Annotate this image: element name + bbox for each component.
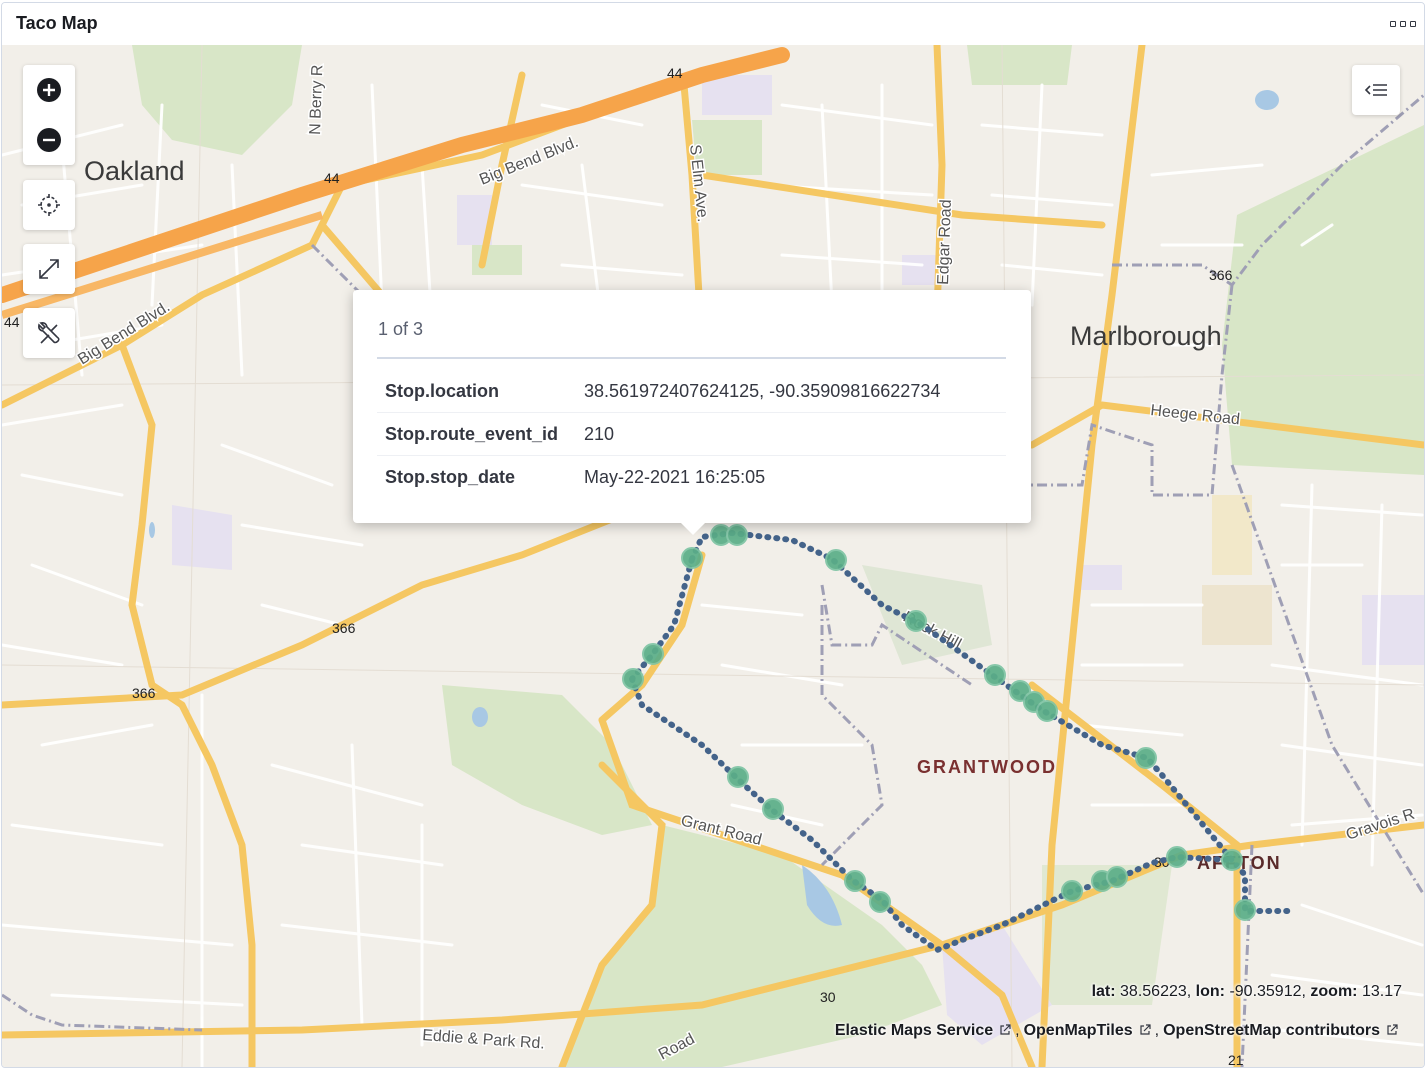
property-key: Stop.location xyxy=(385,380,499,401)
basemap: Oakland Marlborough GRANTWOOD AFFTON Big… xyxy=(2,45,1424,1067)
zoom-in-button[interactable] xyxy=(23,65,75,115)
stop-point xyxy=(622,668,644,690)
property-value: 38.561972407624125, -90.35909816622734 xyxy=(584,380,941,401)
road-label-edgar-road: Edgar Road xyxy=(935,199,955,285)
place-label-marlborough: Marlborough xyxy=(1070,321,1222,351)
attribution-link-ems[interactable]: Elastic Maps Service xyxy=(835,1022,993,1039)
tools-button[interactable] xyxy=(23,308,75,358)
layer-panel-icon xyxy=(1364,84,1387,96)
crosshair-icon xyxy=(38,194,60,216)
lon-value: -90.35912 xyxy=(1229,983,1302,1000)
zoom-out-button[interactable] xyxy=(23,115,75,165)
zoom-out-icon xyxy=(37,128,61,152)
route-shield-366: 366 xyxy=(132,685,156,701)
fit-to-data-button[interactable] xyxy=(23,180,75,230)
stop-point xyxy=(1234,899,1256,921)
stop-point xyxy=(1221,849,1243,871)
attribution-link-osm[interactable]: OpenStreetMap contributors xyxy=(1163,1022,1380,1039)
dot-icon xyxy=(1400,21,1406,27)
tools-icon xyxy=(38,322,60,344)
tooltip-properties-table: Stop.location 38.561972407624125, -90.35… xyxy=(377,370,1006,498)
property-value: May-22-2021 16:25:05 xyxy=(584,466,766,487)
layer-panel-toggle-button[interactable] xyxy=(1352,65,1400,115)
zoom-in-icon xyxy=(37,78,61,102)
lat-value: 38.56223 xyxy=(1120,983,1187,1000)
route-shield-44: 44 xyxy=(667,65,683,81)
fullscreen-button[interactable] xyxy=(23,244,75,294)
dot-icon xyxy=(1410,21,1416,27)
external-link-icon xyxy=(1140,1024,1151,1035)
zoom-value: 13.17 xyxy=(1361,983,1402,1000)
tooltip-pager: 1 of 3 xyxy=(378,319,424,339)
tooltip-row: Stop.route_event_id 210 xyxy=(377,413,1006,456)
dot-icon xyxy=(1390,21,1396,27)
stop-point xyxy=(984,664,1006,686)
lon-label: lon: xyxy=(1195,983,1225,1000)
map-panel: Taco Map Oakland Marlborough GRANTWOOD B… xyxy=(1,2,1425,1068)
route-shield-44: 44 xyxy=(324,170,340,186)
panel-title: Taco Map xyxy=(16,13,98,33)
property-key: Stop.stop_date xyxy=(385,466,516,487)
tooltip-row: Stop.location 38.561972407624125, -90.35… xyxy=(377,370,1006,413)
property-key: Stop.route_event_id xyxy=(385,423,559,444)
property-value: 210 xyxy=(584,423,615,444)
tooltip-divider xyxy=(377,357,1006,359)
stop-point xyxy=(1166,846,1188,868)
stop-point xyxy=(1061,880,1083,902)
panel-options-button[interactable] xyxy=(1390,15,1416,33)
map-attribution: Elastic Maps Service, OpenMapTiles, Open… xyxy=(835,1022,1402,1040)
route-shield-21: 21 xyxy=(1228,1052,1244,1067)
route-shield-366: 366 xyxy=(332,620,356,636)
external-link-icon xyxy=(1000,1024,1011,1035)
zoom-label: zoom: xyxy=(1310,983,1358,1000)
panel-header: Taco Map xyxy=(2,3,1424,46)
route-shield-366: 366 xyxy=(1209,267,1233,283)
stop-point xyxy=(905,610,927,632)
stop-point xyxy=(726,524,748,546)
stop-point xyxy=(1036,700,1058,722)
feature-tooltip: 1 of 3 Stop.location 38.561972407624125,… xyxy=(353,290,1031,535)
stop-point xyxy=(1106,866,1128,888)
stop-point xyxy=(869,891,891,913)
stop-point xyxy=(762,798,784,820)
external-link-icon xyxy=(1387,1024,1398,1035)
route-shield-44: 44 xyxy=(4,314,20,330)
stop-point xyxy=(1135,747,1157,769)
stop-point xyxy=(642,643,664,665)
zoom-control-group xyxy=(23,65,75,165)
coordinate-readout: lat: 38.56223, lon: -90.35912, zoom: 13.… xyxy=(1091,983,1402,1000)
road-label-n-berry: N Berry R xyxy=(307,64,326,135)
tooltip-row: Stop.stop_date May-22-2021 16:25:05 xyxy=(377,456,1006,498)
map-canvas[interactable]: Oakland Marlborough GRANTWOOD AFFTON Big… xyxy=(2,45,1424,1067)
attribution-link-omt[interactable]: OpenMapTiles xyxy=(1024,1022,1133,1039)
stop-point xyxy=(844,870,866,892)
place-label-grantwood: GRANTWOOD xyxy=(917,757,1057,777)
stop-point xyxy=(727,766,749,788)
stop-point xyxy=(681,547,703,569)
stop-point xyxy=(825,549,847,571)
lat-label: lat: xyxy=(1091,983,1116,1000)
place-label-oakland: Oakland xyxy=(84,156,185,186)
route-shield-30: 30 xyxy=(820,989,836,1005)
fullscreen-icon xyxy=(39,259,59,279)
